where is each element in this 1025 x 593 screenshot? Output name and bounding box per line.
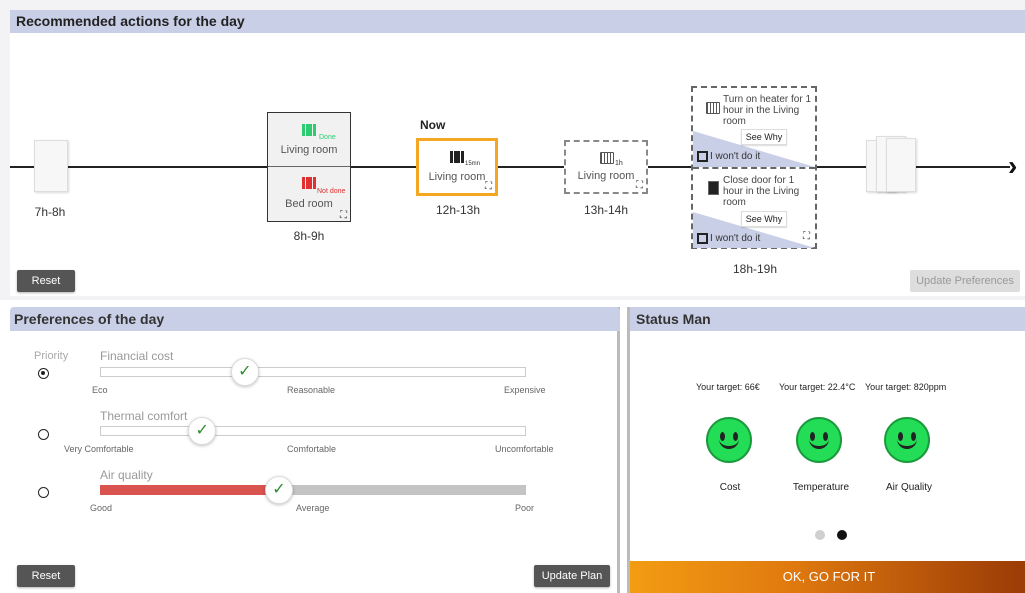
door-icon: [449, 150, 465, 168]
status-panel: Status Man Your target: 66€ Your target:…: [627, 307, 1025, 593]
air-target: Your target: 820ppm: [865, 382, 947, 392]
timeline-reset-button[interactable]: Reset: [17, 270, 75, 292]
slot-13h-card[interactable]: 1h Living room ⛶: [564, 140, 648, 194]
expand-icon[interactable]: ⛶: [636, 180, 643, 191]
slot-8h-9h-card[interactable]: Done Living room Not done Bed room ⛶: [267, 112, 351, 222]
temperature-target: Your target: 22.4°C: [779, 382, 856, 392]
air-slider-fill: [100, 485, 279, 495]
door-image: [886, 138, 916, 192]
see-why-button[interactable]: See Why: [741, 129, 787, 145]
tick-label: Good: [90, 503, 113, 513]
timeline-title: Recommended actions for the day: [10, 10, 1025, 33]
thermal-slider[interactable]: [100, 426, 526, 436]
status-not-done-label: Not done: [317, 188, 346, 195]
priority-radio-air[interactable]: [38, 487, 49, 498]
action-door: Close door for 1 hour in the Living room…: [693, 169, 815, 248]
door-done-icon: [301, 123, 317, 141]
wont-do-checkbox[interactable]: I won't do it: [697, 151, 760, 162]
expand-icon[interactable]: ⛶: [485, 181, 492, 192]
slot-time-label: 7h-8h: [34, 205, 66, 219]
tick-label: Eco: [92, 385, 108, 395]
timeline-arrow-icon: ›: [1008, 150, 1018, 181]
temperature-smiley-icon: [796, 417, 842, 463]
thermal-slider-handle[interactable]: ✓: [188, 417, 217, 445]
collapse-icon[interactable]: ⛶: [803, 231, 810, 242]
door-icon: [708, 181, 719, 195]
financial-slider-handle[interactable]: ✓: [230, 358, 259, 386]
tick-label: Reasonable: [287, 385, 336, 395]
room-label: Bed room: [285, 198, 333, 210]
update-preferences-button[interactable]: Update Preferences: [910, 270, 1020, 292]
air-slider[interactable]: [100, 485, 526, 495]
tick-label: Comfortable: [287, 444, 337, 454]
duration-label: 15mn: [465, 161, 481, 167]
cost-label: Cost: [719, 482, 741, 493]
slot-now-card[interactable]: 15mn Living room ⛶: [416, 138, 498, 196]
air-quality-label: Air Quality: [885, 482, 933, 493]
status-title: Status Man: [630, 307, 1025, 331]
action-text: Turn on heater for 1 hour in the Living …: [723, 94, 812, 127]
tick-label: Average: [296, 503, 330, 513]
tick-label: Expensive: [504, 385, 546, 395]
detail-card[interactable]: Turn on heater for 1 hour in the Living …: [691, 86, 817, 249]
priority-label: Priority: [34, 350, 69, 362]
preferences-reset-button[interactable]: Reset: [17, 565, 75, 587]
slot-time-label: 13h-14h: [583, 203, 629, 217]
wont-do-checkbox[interactable]: I won't do it: [697, 233, 760, 244]
update-plan-button[interactable]: Update Plan: [534, 565, 610, 587]
priority-radio-financial[interactable]: [38, 368, 49, 379]
category-label: Financial cost: [100, 349, 174, 363]
wont-do-label: I won't do it: [710, 151, 761, 163]
tick-label: Very Comfortable: [64, 444, 134, 454]
air-slider-handle[interactable]: ✓: [264, 476, 293, 504]
tick-label: Poor: [515, 503, 535, 513]
now-label: Now: [420, 118, 446, 132]
slot-time-label: 12h-13h: [435, 203, 481, 217]
air-smiley-icon: [884, 417, 930, 463]
slot-time-label: 8h-9h: [293, 229, 325, 243]
cost-smiley-icon: [706, 417, 752, 463]
wont-do-label: I won't do it: [710, 233, 761, 245]
see-why-button[interactable]: See Why: [741, 211, 787, 227]
category-label: Air quality: [100, 468, 153, 482]
slot-time-label: 18h-19h: [732, 262, 778, 276]
door-not-done-icon: [301, 176, 317, 194]
preferences-panel: Preferences of the day Priority Financia…: [10, 307, 620, 593]
page-dot-1[interactable]: [815, 530, 825, 540]
action-heater: Turn on heater for 1 hour in the Living …: [693, 88, 815, 167]
action-bed-room[interactable]: Not done Bed room ⛶: [268, 168, 350, 222]
action-text: Close door for 1 hour in the Living room: [723, 175, 800, 208]
priority-radio-thermal[interactable]: [38, 429, 49, 440]
category-label: Thermal comfort: [100, 409, 188, 423]
door-image: [34, 140, 68, 192]
timeline-panel: Recommended actions for the day › 7h-8h …: [0, 0, 1025, 300]
page-dot-2[interactable]: [837, 530, 847, 540]
preferences-title: Preferences of the day: [10, 307, 620, 331]
ok-go-for-it-button[interactable]: OK, GO FOR IT: [630, 561, 1025, 593]
financial-slider[interactable]: [100, 367, 526, 377]
room-label: Living room: [280, 144, 338, 156]
status-done-label: Done: [319, 134, 336, 141]
cost-target: Your target: 66€: [696, 382, 760, 392]
room-label: Living room: [428, 171, 486, 183]
timeline-axis: [10, 166, 1010, 168]
expand-icon[interactable]: ⛶: [340, 210, 347, 221]
heater-icon: [600, 152, 614, 164]
tick-label: Uncomfortable: [495, 444, 554, 454]
temperature-label: Temperature: [792, 482, 850, 493]
duration-label: 1h: [615, 160, 623, 167]
heater-icon: [706, 102, 720, 114]
room-label: Living room: [577, 170, 635, 182]
action-living-room[interactable]: Done Living room: [268, 113, 350, 167]
